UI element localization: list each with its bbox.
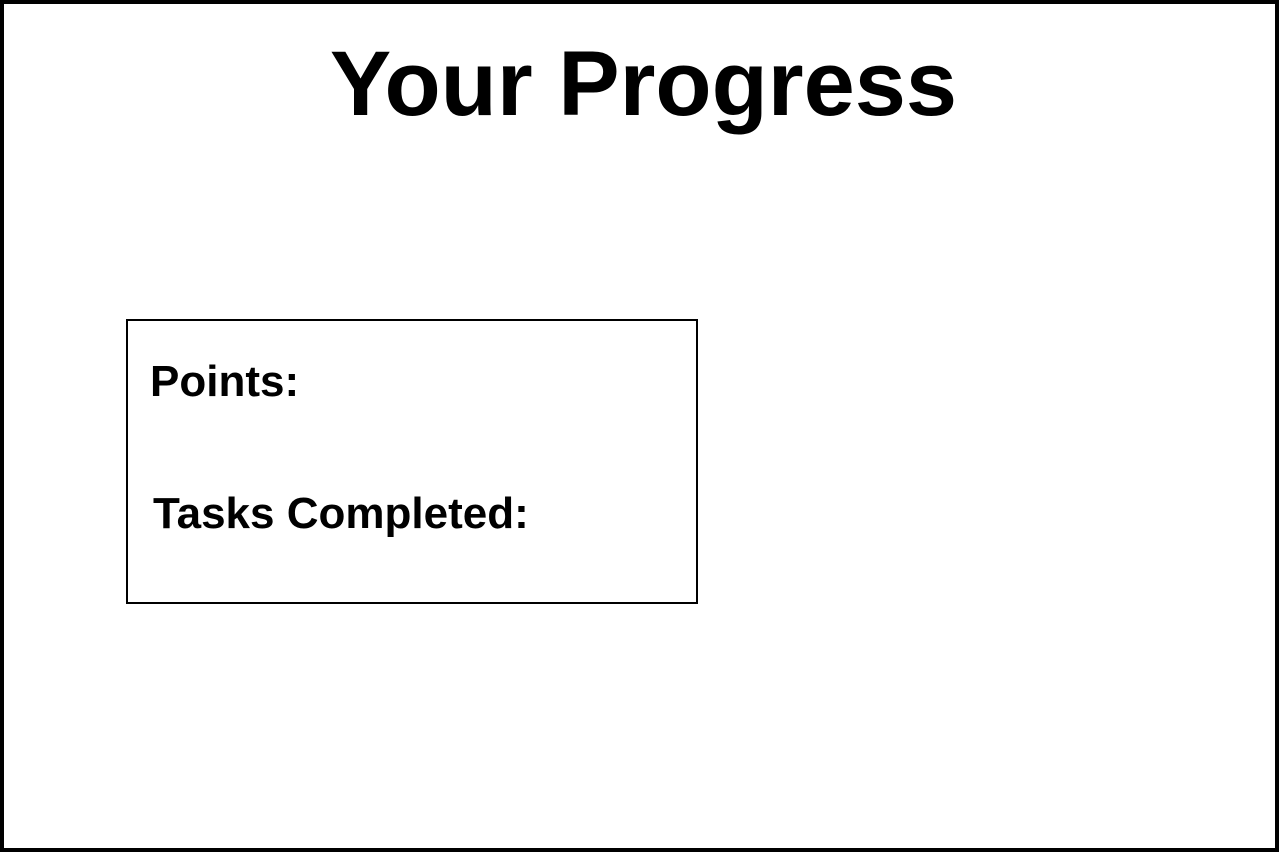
points-label: Points:	[150, 357, 300, 406]
app-frame: Your Progress Points: Tasks Completed:	[0, 0, 1279, 852]
tasks-completed-label: Tasks Completed:	[153, 489, 529, 538]
progress-stats-panel: Points: Tasks Completed:	[126, 319, 698, 604]
page-title: Your Progress	[329, 33, 958, 135]
